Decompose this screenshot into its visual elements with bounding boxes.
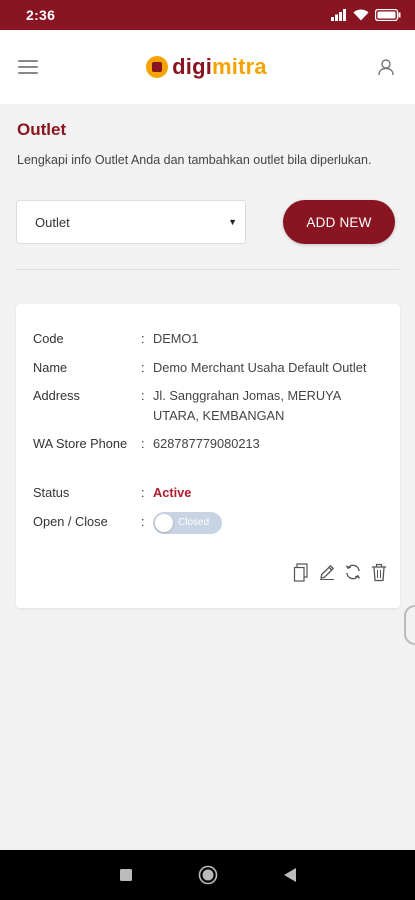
battery-icon [375,9,401,21]
colon: : [141,436,145,451]
row-address: Address : Jl. Sanggrahan Jomas, MERUYA U… [33,386,388,426]
open-close-label: Open / Close [33,514,108,529]
home-icon[interactable] [197,864,219,886]
outlet-select-value: Outlet [35,214,70,230]
page-title: Outlet [17,120,67,139]
status-icons [331,9,401,21]
wifi-icon [353,9,369,21]
phone-value: 628787779080213 [153,436,260,451]
navigation-bar [0,850,415,900]
name-value: Demo Merchant Usaha Default Outlet [153,360,367,375]
signal-icon [331,9,346,21]
logo-text-mitra: mitra [212,54,267,79]
address-label: Address [33,388,80,403]
row-name: Name : Demo Merchant Usaha Default Outle… [33,358,388,378]
colon: : [141,514,145,529]
divider [16,269,399,270]
recent-apps-icon[interactable] [115,864,137,886]
name-label: Name [33,360,68,375]
row-status: Status : Active [33,483,388,503]
outlet-select[interactable]: Outlet ▼ [16,200,246,244]
row-code: Code : DEMO1 [33,329,388,349]
sync-icon[interactable] [344,562,362,582]
status-label: Status [33,485,70,500]
status-bar: 2:36 [0,0,415,30]
phone-label: WA Store Phone [33,436,128,451]
row-open-close: Open / Close : Closed [33,512,388,540]
code-label: Code [33,331,64,346]
copy-icon[interactable] [292,562,310,582]
app-header: digimitra [0,30,415,104]
toggle-knob [155,514,173,532]
toggle-state-text: Closed [178,517,210,528]
app-logo: digimitra [146,54,267,80]
user-icon[interactable] [375,56,397,78]
back-icon[interactable] [279,864,301,886]
colon: : [141,485,145,500]
open-close-value: Closed [153,512,388,540]
logo-icon [146,56,169,78]
menu-icon[interactable] [18,60,38,74]
logo-text-digi: digi [172,54,213,79]
open-close-toggle[interactable]: Closed [153,512,222,534]
status-value: Active [153,485,192,500]
colon: : [141,331,145,346]
caret-down-icon: ▼ [228,217,237,227]
delete-icon[interactable] [370,562,388,582]
page-description: Lengkapi info Outlet Anda dan tambahkan … [17,153,372,167]
add-new-button[interactable]: ADD NEW [283,200,395,244]
outlet-card: Code : DEMO1 Name : Demo Merchant Usaha … [16,304,400,608]
code-value: DEMO1 [153,331,199,346]
address-value: Jl. Sanggrahan Jomas, MERUYA UTARA, KEMB… [153,388,341,423]
row-phone: WA Store Phone : 628787779080213 [33,434,388,454]
colon: : [141,388,145,403]
colon: : [141,360,145,375]
edge-drawer-handle[interactable] [404,605,415,645]
card-actions [292,562,388,582]
edit-icon[interactable] [318,562,336,582]
logo-text: digimitra [172,54,267,80]
status-time: 2:36 [26,7,56,23]
